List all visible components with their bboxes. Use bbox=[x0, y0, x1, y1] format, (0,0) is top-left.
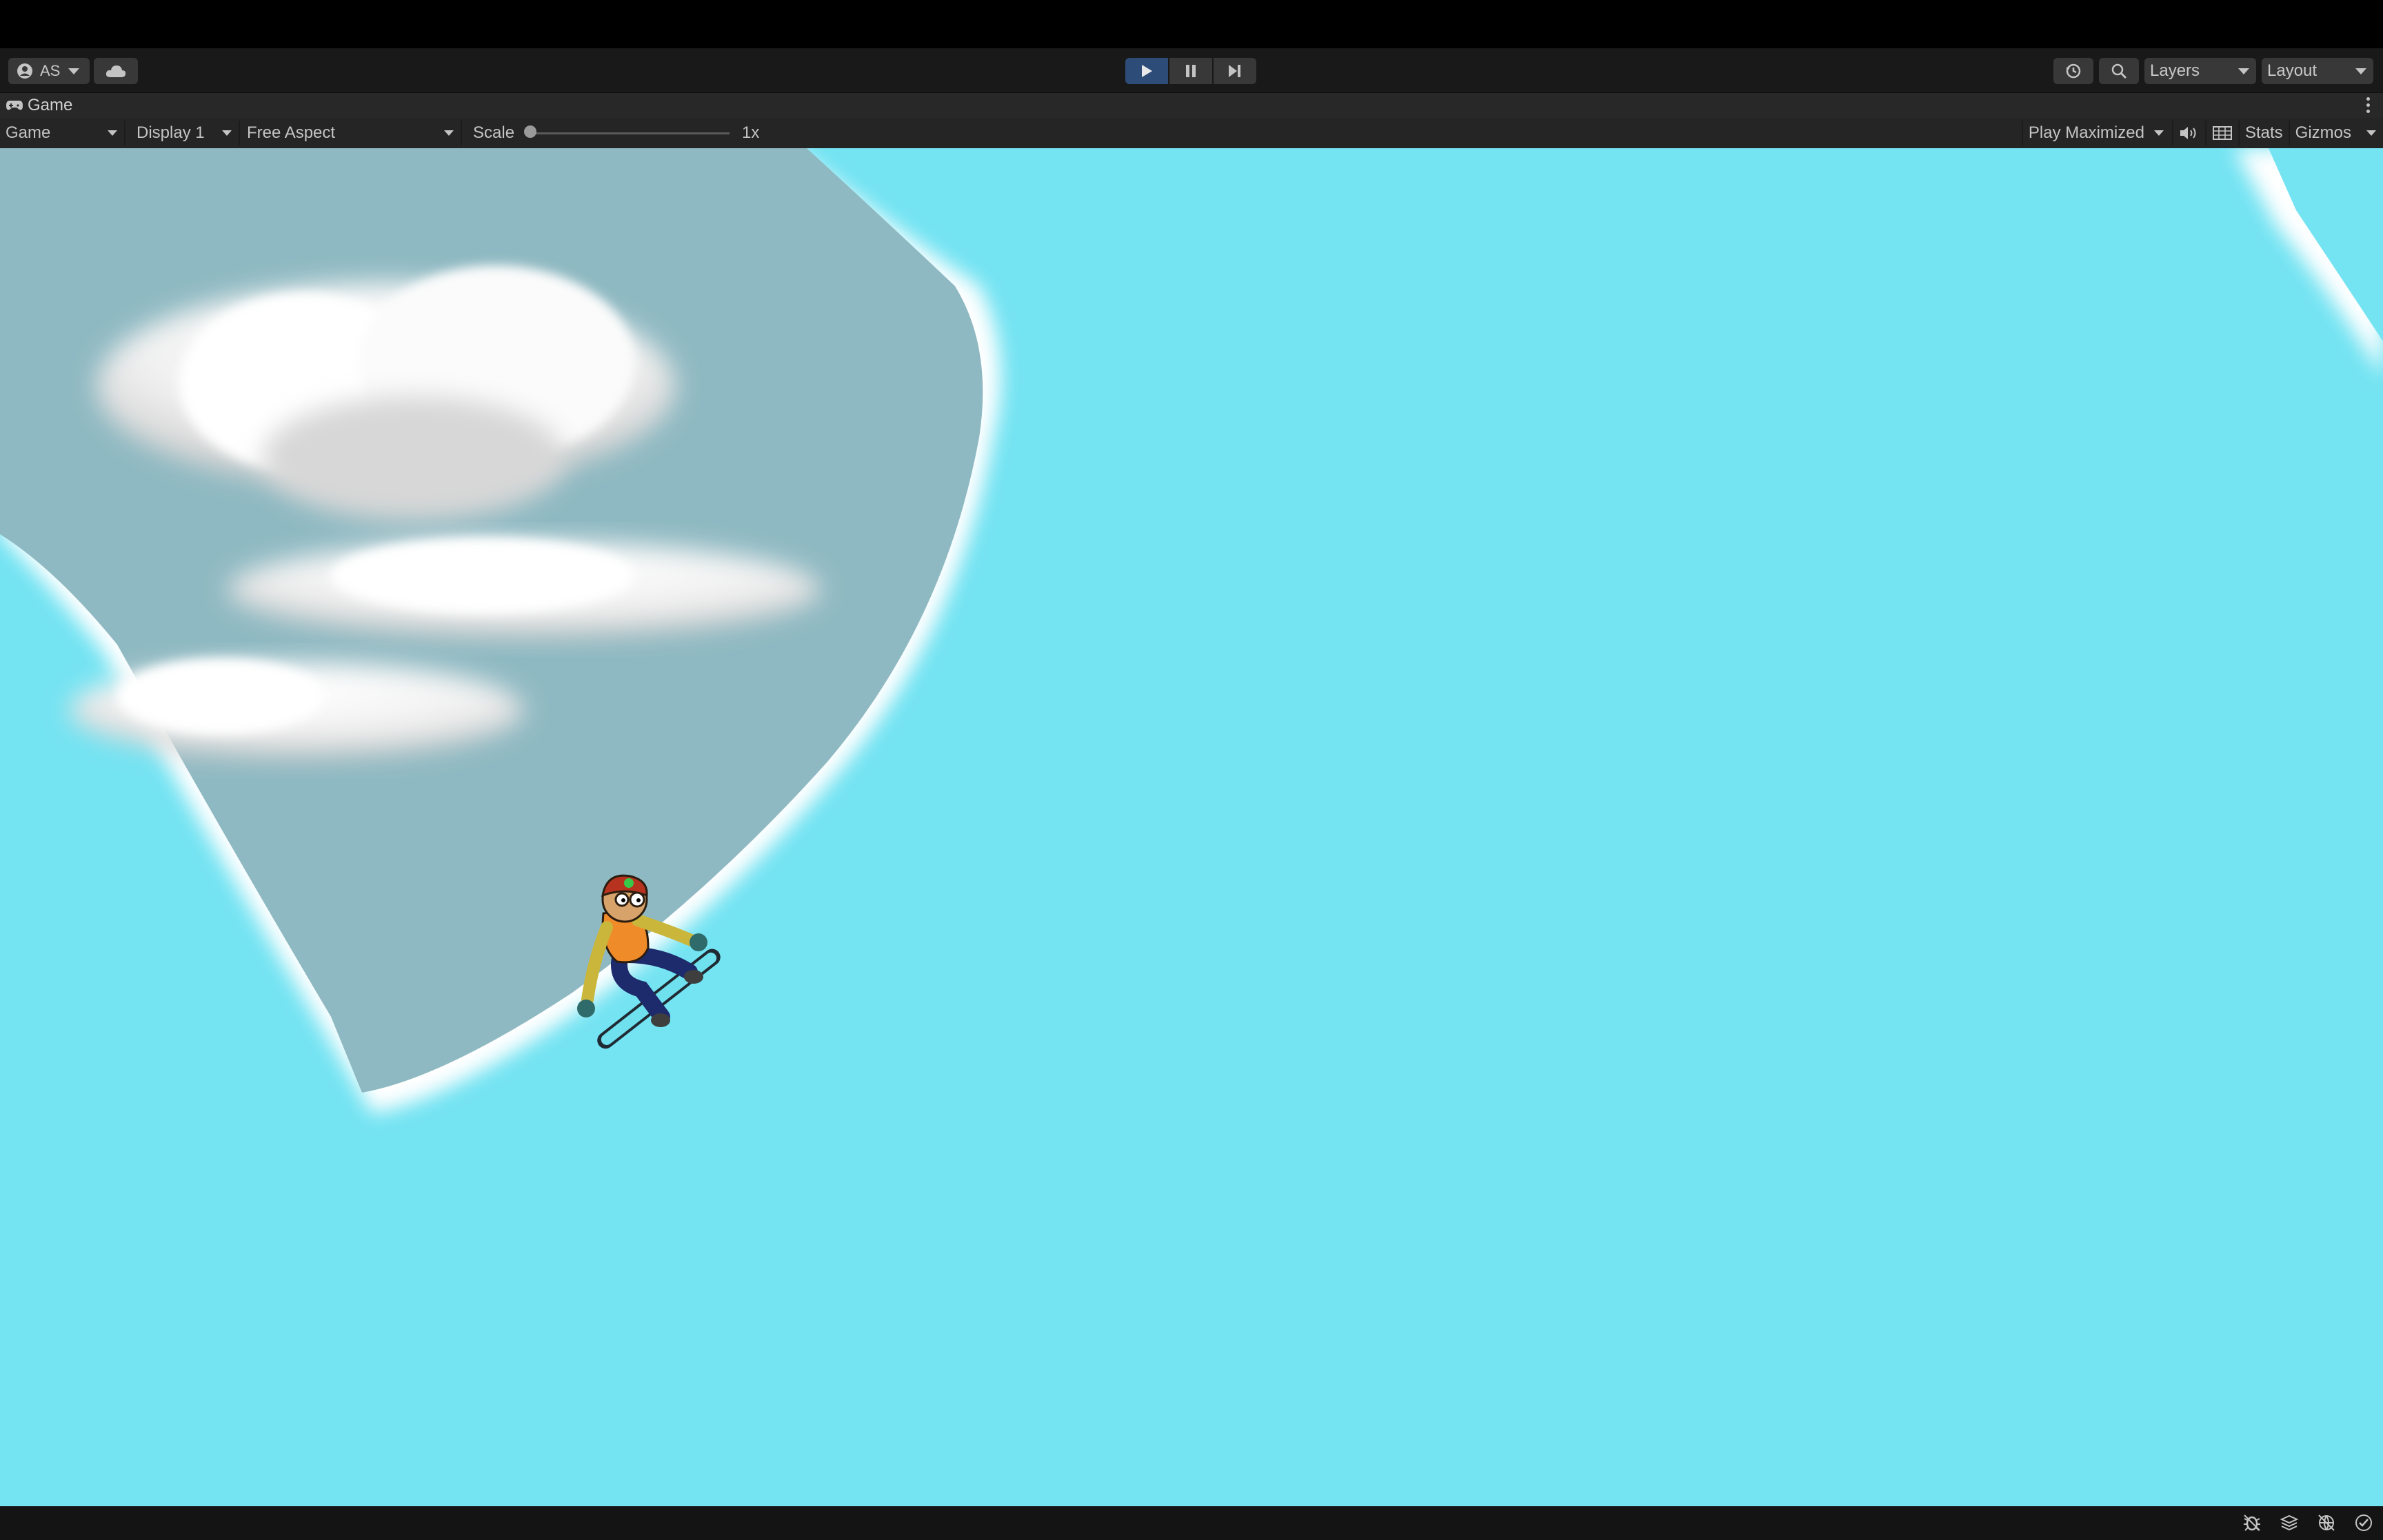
game-view-right-controls: Play Maximized Stats Gizmos bbox=[2021, 121, 2383, 145]
game-view-toolbar: Game Display 1 Free Aspect Scale 1x Play… bbox=[0, 118, 2383, 149]
editor-toolbar: AS Layers Layout bbox=[0, 48, 2383, 93]
play-icon bbox=[1142, 65, 1152, 77]
person-icon bbox=[17, 63, 32, 79]
stats-label: Stats bbox=[2244, 123, 2283, 142]
playmode-controls bbox=[1125, 58, 1256, 84]
account-label: AS bbox=[40, 62, 61, 79]
status-bar bbox=[0, 1506, 2383, 1540]
layout-label: Layout bbox=[2267, 61, 2317, 80]
history-icon bbox=[2066, 63, 2081, 79]
chevron-down-icon bbox=[68, 68, 80, 74]
view-mode-select[interactable]: Game bbox=[6, 121, 125, 145]
chevron-down-icon bbox=[2355, 68, 2366, 74]
view-mode-label: Game bbox=[6, 123, 51, 142]
step-icon bbox=[1229, 65, 1240, 77]
pause-button[interactable] bbox=[1169, 58, 1212, 84]
chevron-down-icon bbox=[2238, 68, 2249, 74]
tab-game-label: Game bbox=[28, 96, 73, 114]
stats-button[interactable]: Stats bbox=[2238, 121, 2289, 145]
chevron-down-icon bbox=[108, 130, 117, 136]
scale-slider-handle[interactable] bbox=[524, 125, 537, 138]
play-maximized-select[interactable]: Play Maximized bbox=[2021, 121, 2172, 145]
kebab-icon[interactable] bbox=[2366, 97, 2371, 116]
play-button[interactable] bbox=[1125, 58, 1168, 84]
scale-slider-track bbox=[525, 132, 730, 134]
scale-slider[interactable] bbox=[524, 125, 730, 138]
aspect-select[interactable]: Free Aspect bbox=[247, 121, 462, 145]
check-circle-icon[interactable] bbox=[2354, 1513, 2373, 1532]
speaker-icon bbox=[2180, 127, 2196, 139]
grid-toggle-button[interactable] bbox=[2204, 121, 2238, 145]
scale-value: 1x bbox=[742, 123, 760, 142]
display-label: Display 1 bbox=[137, 123, 205, 142]
gizmos-dropdown[interactable]: Gizmos bbox=[2288, 121, 2383, 145]
game-tab-bar: Game bbox=[0, 93, 2383, 118]
cloud-icon bbox=[105, 65, 126, 77]
account-dropdown[interactable]: AS bbox=[8, 58, 90, 84]
game-viewport[interactable] bbox=[0, 148, 2383, 1506]
stack-icon[interactable] bbox=[2280, 1513, 2299, 1532]
gizmos-label: Gizmos bbox=[2295, 123, 2351, 142]
history-button[interactable] bbox=[2053, 58, 2093, 84]
scale-control: Scale 1x bbox=[473, 121, 759, 145]
layers-dropdown[interactable]: Layers bbox=[2144, 58, 2256, 84]
chevron-down-icon bbox=[2366, 130, 2376, 136]
bug-icon[interactable] bbox=[2242, 1513, 2262, 1532]
layers-label: Layers bbox=[2150, 61, 2200, 80]
chevron-down-icon bbox=[444, 130, 454, 136]
layout-dropdown[interactable]: Layout bbox=[2262, 58, 2373, 84]
tab-game[interactable]: Game bbox=[6, 96, 72, 115]
chevron-down-icon bbox=[222, 130, 232, 136]
right-tools: Layers Layout bbox=[2053, 58, 2373, 84]
mute-audio-button[interactable] bbox=[2171, 121, 2205, 145]
aspect-label: Free Aspect bbox=[247, 123, 336, 142]
search-icon bbox=[2111, 63, 2127, 79]
search-button[interactable] bbox=[2099, 58, 2139, 84]
network-icon[interactable] bbox=[2317, 1513, 2336, 1532]
display-select[interactable]: Display 1 bbox=[137, 121, 240, 145]
gamepad-icon bbox=[6, 101, 23, 110]
game-scene bbox=[0, 148, 2383, 1506]
pause-icon bbox=[1186, 65, 1196, 77]
play-maximized-label: Play Maximized bbox=[2028, 123, 2144, 142]
grid-icon bbox=[2212, 126, 2232, 140]
chevron-down-icon bbox=[2153, 130, 2164, 136]
cloud-button[interactable] bbox=[94, 58, 138, 84]
step-button[interactable] bbox=[1214, 58, 1256, 84]
scale-label: Scale bbox=[473, 123, 515, 142]
